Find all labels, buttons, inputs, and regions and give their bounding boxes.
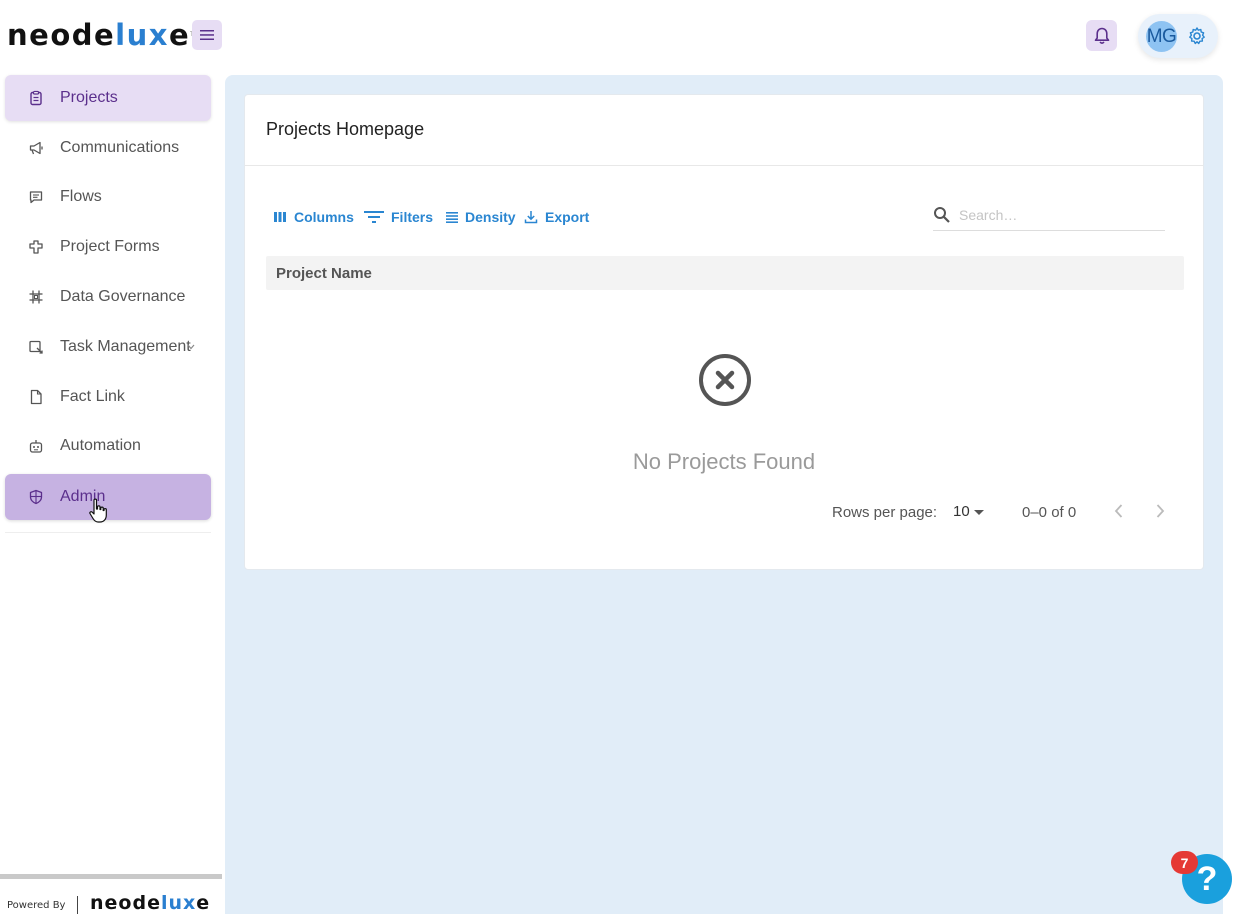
filter-icon <box>364 211 384 223</box>
notifications-button[interactable] <box>1086 20 1117 51</box>
caret-down-icon <box>973 509 984 515</box>
sidebar-divider <box>5 532 211 533</box>
sidebar-scrollbar[interactable] <box>0 874 222 879</box>
brand-logo[interactable]: neodeluxeTM <box>7 16 199 54</box>
sidebar-item-label: Fact Link <box>60 388 125 405</box>
sidebar: Projects Communications Flows Project Fo… <box>0 72 224 914</box>
task-icon <box>27 338 45 356</box>
page-title: Projects Homepage <box>266 119 425 139</box>
empty-state-text: No Projects Found <box>632 449 816 474</box>
hamburger-icon <box>200 30 214 40</box>
export-button[interactable]: Export <box>524 206 589 228</box>
search-field[interactable] <box>933 199 1165 231</box>
powered-by-label: Powered By <box>7 900 66 911</box>
grid-icon <box>27 288 45 306</box>
avatar[interactable]: MG <box>1146 21 1177 52</box>
chat-icon <box>27 188 45 206</box>
close-circle-icon <box>699 354 751 406</box>
puzzle-icon <box>27 238 45 256</box>
sidebar-item-project-forms[interactable]: Project Forms <box>5 224 211 270</box>
sidebar-item-projects[interactable]: Projects <box>5 75 211 121</box>
shield-icon <box>27 488 45 506</box>
download-icon <box>524 211 538 224</box>
chevron-right-icon[interactable] <box>1152 501 1168 521</box>
chevron-down-icon[interactable] <box>187 344 195 350</box>
robot-icon <box>27 437 45 455</box>
column-header-project-name[interactable]: Project Name <box>266 256 1184 290</box>
gear-icon[interactable] <box>1187 26 1207 46</box>
density-button[interactable]: Density <box>446 206 516 228</box>
projects-card: Projects Homepage Columns Filters Densit… <box>244 94 1204 570</box>
sidebar-item-label: Projects <box>60 89 118 106</box>
sidebar-item-label: Project Forms <box>60 238 160 255</box>
menu-toggle-button[interactable] <box>192 20 222 50</box>
sidebar-item-admin[interactable]: Admin <box>5 474 211 520</box>
sidebar-item-label: Flows <box>60 188 102 205</box>
megaphone-icon <box>27 139 45 157</box>
density-icon <box>446 212 458 223</box>
help-notification-badge: 7 <box>1171 851 1198 874</box>
sidebar-item-automation[interactable]: Automation <box>5 423 211 469</box>
card-divider <box>245 165 1203 166</box>
search-icon <box>934 206 950 223</box>
density-label: Density <box>465 209 516 225</box>
filters-button[interactable]: Filters <box>364 206 433 228</box>
columns-button[interactable]: Columns <box>273 206 354 228</box>
sidebar-item-communications[interactable]: Communications <box>5 125 211 171</box>
powered-by-logo: neodeluxe <box>90 892 211 914</box>
sidebar-item-flows[interactable]: Flows <box>5 174 211 220</box>
sidebar-item-task-management[interactable]: Task Management <box>5 324 211 370</box>
sidebar-item-label: Automation <box>60 437 141 454</box>
sidebar-item-label: Task Management <box>60 338 191 355</box>
user-menu[interactable]: MG <box>1138 14 1218 58</box>
filters-label: Filters <box>391 209 434 225</box>
bell-icon <box>1094 27 1109 44</box>
columns-icon <box>274 212 286 222</box>
sidebar-item-label: Communications <box>60 139 180 156</box>
export-label: Export <box>545 209 590 225</box>
rows-per-page-value: 10 <box>953 503 970 520</box>
sidebar-item-data-governance[interactable]: Data Governance <box>5 274 211 320</box>
pointer-cursor-icon <box>89 498 107 523</box>
rows-per-page-label: Rows per page: <box>832 504 938 521</box>
clipboard-icon <box>27 89 45 107</box>
columns-label: Columns <box>294 209 354 225</box>
powered-by-separator <box>77 896 78 914</box>
sidebar-item-fact-link[interactable]: Fact Link <box>5 374 211 420</box>
column-header-label: Project Name <box>276 264 372 282</box>
document-icon <box>27 388 45 406</box>
search-input[interactable] <box>959 206 1149 223</box>
sidebar-item-label: Data Governance <box>60 288 186 305</box>
chevron-left-icon[interactable] <box>1111 501 1127 521</box>
rows-per-page-select[interactable]: 10 <box>953 503 986 520</box>
top-bar: neodeluxeTM MG <box>0 0 1238 72</box>
pagination-range: 0–0 of 0 <box>1022 504 1077 521</box>
